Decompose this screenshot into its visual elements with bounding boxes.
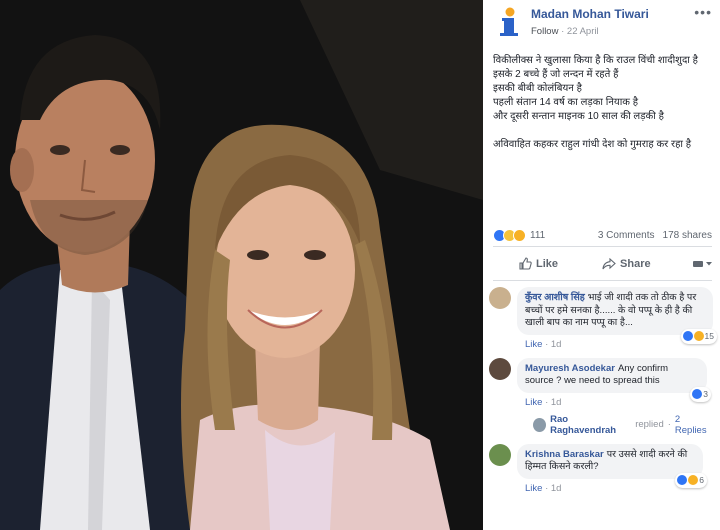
comment-reaction-count: 6	[699, 475, 704, 485]
like-reaction-icon	[682, 331, 693, 342]
share-label: Share	[620, 257, 651, 270]
info-logo-icon	[500, 7, 518, 36]
post-stats: 111 3 Comments 178 shares	[483, 224, 720, 246]
like-button[interactable]: Like	[519, 257, 558, 270]
reaction-summary[interactable]: 111	[493, 228, 546, 242]
comment-bubble: कुँवर आशीष सिंह भाई जी शादी तक तो ठीक है …	[517, 287, 717, 344]
comments-section: कुँवर आशीष सिंह भाई जी शादी तक तो ठीक है …	[483, 281, 720, 494]
comment-reactions[interactable]: 15	[680, 329, 717, 344]
author-avatar[interactable]	[493, 6, 525, 38]
share-arrow-icon	[602, 257, 616, 269]
comment-actions: Like · 1d	[525, 397, 712, 408]
comment-reactions[interactable]: 6	[675, 473, 707, 488]
reply-author[interactable]: Rao Raghavendrah	[550, 414, 631, 436]
photo-illustration	[0, 0, 483, 530]
comment: Mayuresh Asodekar Any confirm source ? we…	[489, 357, 712, 408]
commenter-name[interactable]: Krishna Baraskar	[525, 449, 604, 460]
comment-time[interactable]: 1d	[551, 397, 562, 408]
commenter-avatar[interactable]	[489, 287, 511, 309]
comment-reactions[interactable]: 3	[690, 387, 711, 402]
like-label: Like	[536, 257, 559, 270]
comment-like-link[interactable]: Like	[525, 483, 542, 494]
author-name[interactable]: Madan Mohan Tiwari	[531, 7, 694, 21]
like-reaction-icon	[677, 475, 688, 486]
comment-bubble: Krishna Baraskar पर उससे शादी करने की हिम…	[517, 443, 707, 488]
replies-row[interactable]: Rao Raghavendrah replied · 2 Replies	[533, 414, 712, 436]
commenter-avatar[interactable]	[489, 357, 511, 380]
audience-selector[interactable]	[692, 259, 712, 269]
post-actions: Like Share	[483, 247, 720, 280]
commenter-name[interactable]: Mayuresh Asodekar	[525, 363, 615, 374]
comment-like-link[interactable]: Like	[525, 397, 542, 408]
post-line: इसके 2 बच्चे हैं जो लन्दन में रहते हैं	[493, 69, 619, 80]
comment: Krishna Baraskar पर उससे शादी करने की हिम…	[489, 443, 712, 494]
comment-reaction-count: 15	[704, 331, 714, 341]
reaction-count: 111	[530, 229, 546, 241]
shares-count[interactable]: 178 shares	[663, 230, 712, 241]
view-replies-link[interactable]: 2 Replies	[675, 414, 712, 436]
reply-separator: ·	[667, 419, 671, 430]
post-line: विकीलीक्स ने खुलासा किया है कि राउल विंच…	[493, 55, 698, 66]
haha-reaction-icon	[513, 228, 526, 242]
comment-bubble: Mayuresh Asodekar Any confirm source ? we…	[517, 357, 711, 402]
comments-count[interactable]: 3 Comments	[598, 230, 655, 241]
follow-link[interactable]: Follow	[531, 26, 558, 37]
post-text: विकीलीक्स ने खुलासा किया है कि राउल विंच…	[483, 46, 720, 224]
comment: कुँवर आशीष सिंह भाई जी शादी तक तो ठीक है …	[489, 287, 717, 350]
post-photo[interactable]	[0, 0, 483, 530]
post-date[interactable]: 22 April	[567, 26, 599, 37]
commenter-name[interactable]: कुँवर आशीष सिंह	[525, 292, 585, 303]
like-reaction-icon	[692, 389, 703, 400]
post-line: पहली संतान 14 वर्ष का लड़का नियाक है	[493, 97, 639, 108]
comment-time[interactable]: 1d	[551, 483, 562, 494]
reply-text: replied	[635, 419, 664, 430]
comment-reaction-count: 3	[703, 389, 708, 399]
post-line: और दूसरी सन्तान माइनक 10 साल की लड़की है	[493, 111, 664, 122]
thumbs-up-icon	[519, 257, 532, 270]
share-button[interactable]: Share	[602, 257, 651, 270]
reply-avatar	[533, 417, 547, 432]
post-submeta: Follow · 22 April	[531, 26, 694, 37]
comment-like-link[interactable]: Like	[525, 339, 542, 350]
haha-reaction-icon	[693, 331, 704, 342]
post-panel: Madan Mohan Tiwari Follow · 22 April •••…	[483, 0, 720, 530]
post-line: इसकी बीबी कोलंबियन है	[493, 83, 582, 94]
more-options-icon[interactable]: •••	[694, 4, 712, 20]
haha-reaction-icon	[688, 475, 699, 486]
commenter-avatar[interactable]	[489, 443, 511, 466]
audience-dropdown-icon	[693, 260, 712, 267]
comment-time[interactable]: 1d	[551, 339, 562, 350]
post-line: अविवाहित कहकर राहुल गांधी देश को गुमराह …	[493, 139, 692, 150]
post-header: Madan Mohan Tiwari Follow · 22 April •••	[483, 0, 720, 46]
